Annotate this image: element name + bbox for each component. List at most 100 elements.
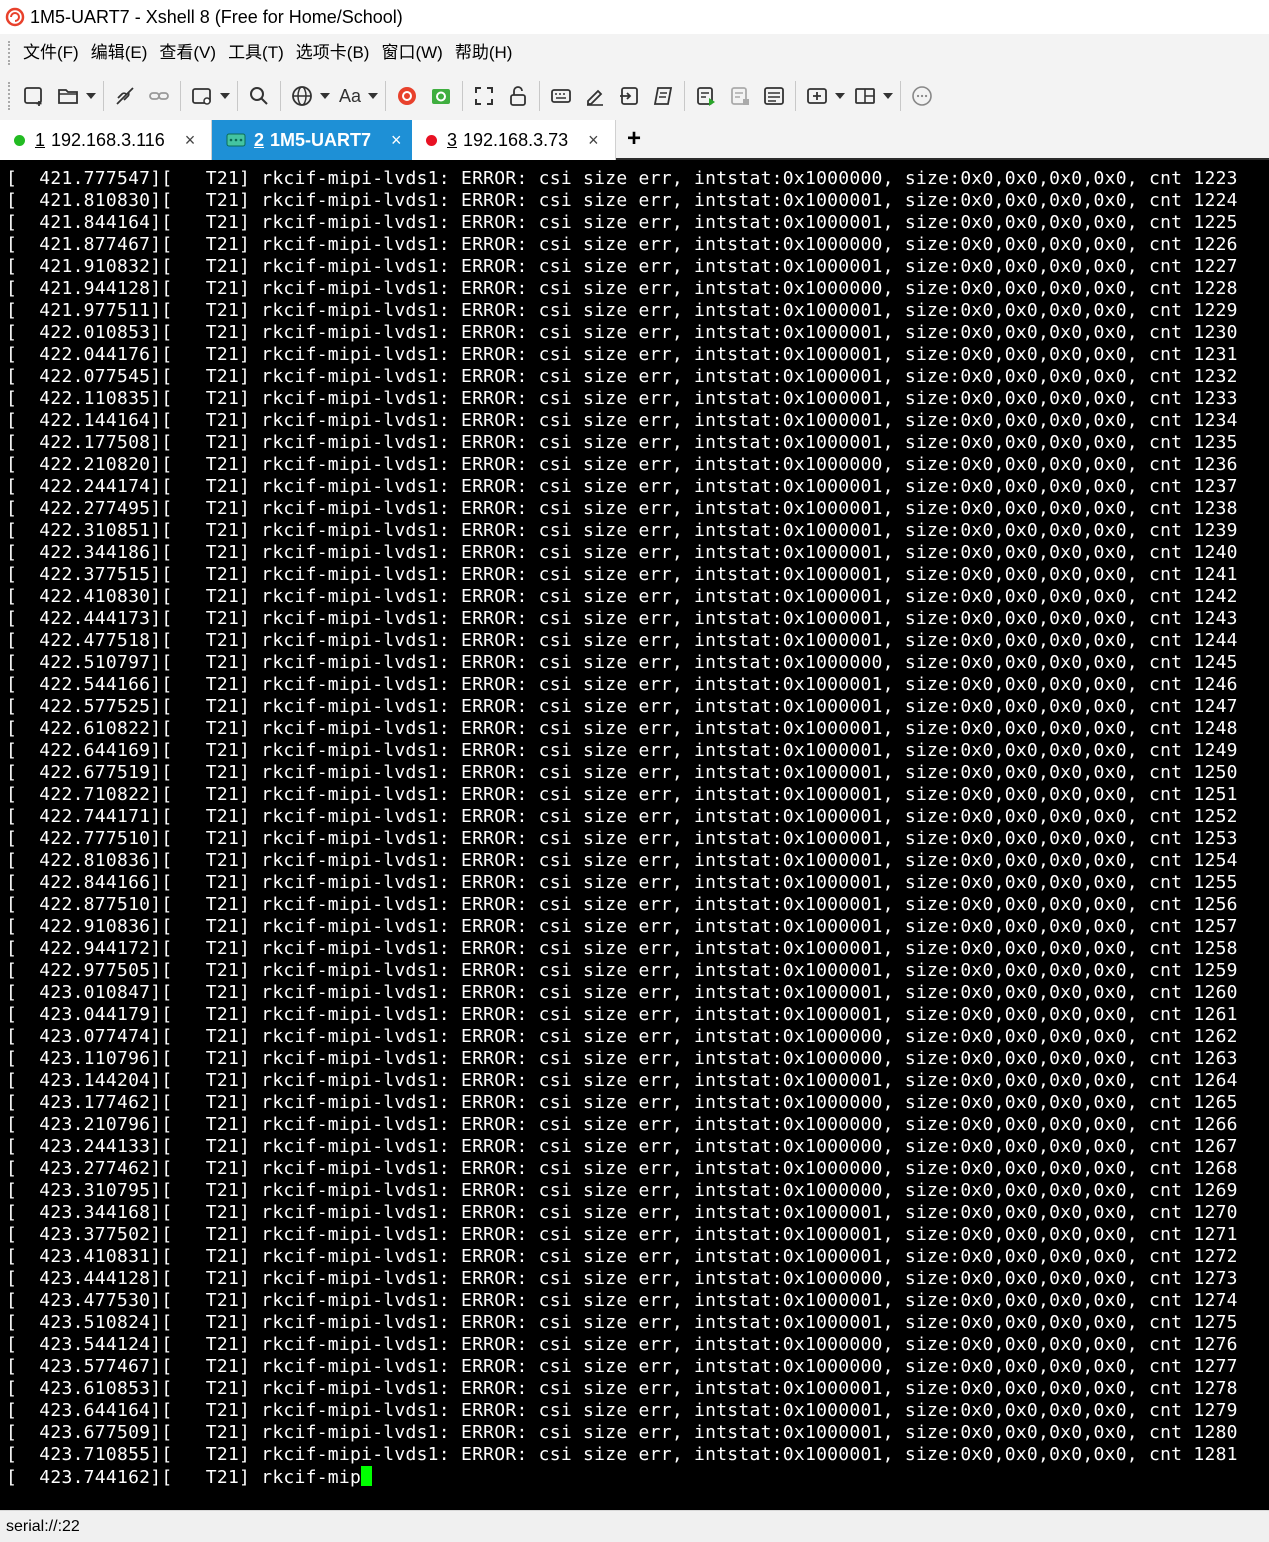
terminal-line: [ 422.877510][ T21] rkcif-mipi-lvds1: ER…	[6, 894, 1238, 915]
chevron-down-icon[interactable]	[319, 79, 331, 113]
terminal-line: [ 423.644164][ T21] rkcif-mipi-lvds1: ER…	[6, 1400, 1238, 1421]
toolbar-separator	[237, 81, 238, 111]
terminal-line: [ 423.710855][ T21] rkcif-mipi-lvds1: ER…	[6, 1444, 1238, 1465]
tab-session-1[interactable]: 1 192.168.3.116 ×	[0, 120, 212, 160]
terminal-line: [ 422.277495][ T21] rkcif-mipi-lvds1: ER…	[6, 498, 1238, 519]
notes-icon[interactable]	[759, 79, 789, 113]
xftp-icon[interactable]	[426, 79, 456, 113]
terminal-line: [ 423.110796][ T21] rkcif-mipi-lvds1: ER…	[6, 1048, 1238, 1069]
menu-window[interactable]: 窗口(W)	[375, 38, 448, 68]
tab-session-2[interactable]: 2 1M5-UART7 ×	[212, 120, 412, 160]
terminal-line: [ 423.177462][ T21] rkcif-mipi-lvds1: ER…	[6, 1092, 1238, 1113]
transfer-icon[interactable]	[614, 79, 644, 113]
terminal-line: [ 421.977511][ T21] rkcif-mipi-lvds1: ER…	[6, 300, 1238, 321]
terminal-line: [ 423.344168][ T21] rkcif-mipi-lvds1: ER…	[6, 1202, 1238, 1223]
toolbar-separator	[684, 81, 685, 111]
script-icon[interactable]	[648, 79, 678, 113]
log-stop-icon[interactable]	[725, 79, 755, 113]
compose-icon[interactable]	[580, 79, 610, 113]
chevron-down-icon[interactable]	[219, 79, 231, 113]
fullscreen-icon[interactable]	[469, 79, 499, 113]
log-start-icon[interactable]	[691, 79, 721, 113]
font-icon[interactable]: Aa	[335, 79, 365, 113]
close-icon[interactable]: ×	[185, 130, 196, 151]
menu-help[interactable]: 帮助(H)	[449, 38, 519, 68]
toolbar-separator	[103, 81, 104, 111]
terminal-line: [ 422.644169][ T21] rkcif-mipi-lvds1: ER…	[6, 740, 1238, 761]
new-session-icon[interactable]	[19, 79, 49, 113]
menu-edit[interactable]: 编辑(E)	[85, 38, 154, 68]
globe-icon[interactable]	[287, 79, 317, 113]
xshell-snail-icon	[4, 6, 26, 28]
menu-tools[interactable]: 工具(T)	[222, 38, 290, 68]
terminal-line: [ 423.077474][ T21] rkcif-mipi-lvds1: ER…	[6, 1026, 1238, 1047]
terminal-line: [ 423.544124][ T21] rkcif-mipi-lvds1: ER…	[6, 1334, 1238, 1355]
terminal-line: [ 422.077545][ T21] rkcif-mipi-lvds1: ER…	[6, 366, 1238, 387]
terminal-line: [ 423.277462][ T21] rkcif-mipi-lvds1: ER…	[6, 1158, 1238, 1179]
tab-number: 1	[35, 129, 46, 150]
font-label: Aa	[338, 85, 362, 106]
toolbar-separator	[795, 81, 796, 111]
terminal-line: [ 421.877467][ T21] rkcif-mipi-lvds1: ER…	[6, 234, 1238, 255]
terminal-line: [ 422.344186][ T21] rkcif-mipi-lvds1: ER…	[6, 542, 1238, 563]
toolbar: Aa	[0, 72, 1269, 120]
tab-label: 192.168.3.73	[463, 129, 569, 150]
terminal-line: [ 422.177508][ T21] rkcif-mipi-lvds1: ER…	[6, 432, 1238, 453]
tab-number: 3	[447, 129, 458, 150]
terminal-line: [ 422.544166][ T21] rkcif-mipi-lvds1: ER…	[6, 674, 1238, 695]
terminal-line: [ 423.677509][ T21] rkcif-mipi-lvds1: ER…	[6, 1422, 1238, 1443]
search-icon[interactable]	[244, 79, 274, 113]
tab-session-3[interactable]: 3 192.168.3.73 ×	[412, 120, 616, 160]
menu-tab[interactable]: 选项卡(B)	[290, 38, 376, 68]
new-tab-icon[interactable]	[187, 79, 217, 113]
tab-number: 2	[254, 129, 265, 150]
terminal-cursor	[361, 1466, 373, 1486]
terminal-line: [ 423.610853][ T21] rkcif-mipi-lvds1: ER…	[6, 1378, 1238, 1399]
terminal-line: [ 423.577467][ T21] rkcif-mipi-lvds1: ER…	[6, 1356, 1238, 1377]
xshell-icon[interactable]	[392, 79, 422, 113]
close-icon[interactable]: ×	[588, 130, 599, 151]
lock-icon[interactable]	[503, 79, 533, 113]
terminal-line: [ 422.944172][ T21] rkcif-mipi-lvds1: ER…	[6, 938, 1238, 959]
menu-file[interactable]: 文件(F)	[17, 38, 85, 68]
toolbar-separator	[180, 81, 181, 111]
menubar-grip[interactable]	[8, 41, 11, 65]
add-tab-button[interactable]: +	[616, 120, 652, 158]
disconnect-icon[interactable]	[110, 79, 140, 113]
terminal-line: [ 423.044179][ T21] rkcif-mipi-lvds1: ER…	[6, 1004, 1238, 1025]
connection-address: serial://:22	[6, 1517, 80, 1535]
toolbar-separator	[900, 81, 901, 111]
toolbar-separator	[280, 81, 281, 111]
title-bar: 1M5-UART7 - Xshell 8 (Free for Home/Scho…	[0, 0, 1269, 34]
chevron-down-icon[interactable]	[834, 79, 846, 113]
menu-view[interactable]: 查看(V)	[153, 38, 222, 68]
toolbar-separator	[539, 81, 540, 111]
terminal-line: [ 422.744171][ T21] rkcif-mipi-lvds1: ER…	[6, 806, 1238, 827]
chat-icon[interactable]	[907, 79, 937, 113]
terminal-line: [ 422.210820][ T21] rkcif-mipi-lvds1: ER…	[6, 454, 1238, 475]
chevron-down-icon[interactable]	[882, 79, 894, 113]
chevron-down-icon[interactable]	[85, 79, 97, 113]
terminal-line: [ 422.477518][ T21] rkcif-mipi-lvds1: ER…	[6, 630, 1238, 651]
terminal-line: [ 421.810830][ T21] rkcif-mipi-lvds1: ER…	[6, 190, 1238, 211]
layout-icon[interactable]	[850, 79, 880, 113]
partial-line-text: [ 423.744162][ T21] rkcif-mip	[6, 1467, 362, 1488]
toolbar-separator	[385, 81, 386, 111]
terminal-line: [ 422.444173][ T21] rkcif-mipi-lvds1: ER…	[6, 608, 1238, 629]
terminal-line: [ 423.310795][ T21] rkcif-mipi-lvds1: ER…	[6, 1180, 1238, 1201]
toolbar-separator	[462, 81, 463, 111]
add-tab-icon[interactable]	[802, 79, 832, 113]
terminal-line: [ 422.044176][ T21] rkcif-mipi-lvds1: ER…	[6, 344, 1238, 365]
toolbar-grip[interactable]	[8, 82, 11, 110]
terminal-line: [ 422.610822][ T21] rkcif-mipi-lvds1: ER…	[6, 718, 1238, 739]
keyboard-icon[interactable]	[546, 79, 576, 113]
reconnect-icon[interactable]	[144, 79, 174, 113]
chevron-down-icon[interactable]	[367, 79, 379, 113]
open-folder-icon[interactable]	[53, 79, 83, 113]
terminal-line: [ 423.410831][ T21] rkcif-mipi-lvds1: ER…	[6, 1246, 1238, 1267]
window-title: 1M5-UART7 - Xshell 8 (Free for Home/Scho…	[30, 6, 403, 27]
close-icon[interactable]: ×	[391, 130, 402, 151]
terminal-line: [ 422.510797][ T21] rkcif-mipi-lvds1: ER…	[6, 652, 1238, 673]
terminal-output[interactable]: [ 421.777547][ T21] rkcif-mipi-lvds1: ER…	[0, 160, 1269, 1510]
connected-status-icon	[14, 134, 25, 146]
